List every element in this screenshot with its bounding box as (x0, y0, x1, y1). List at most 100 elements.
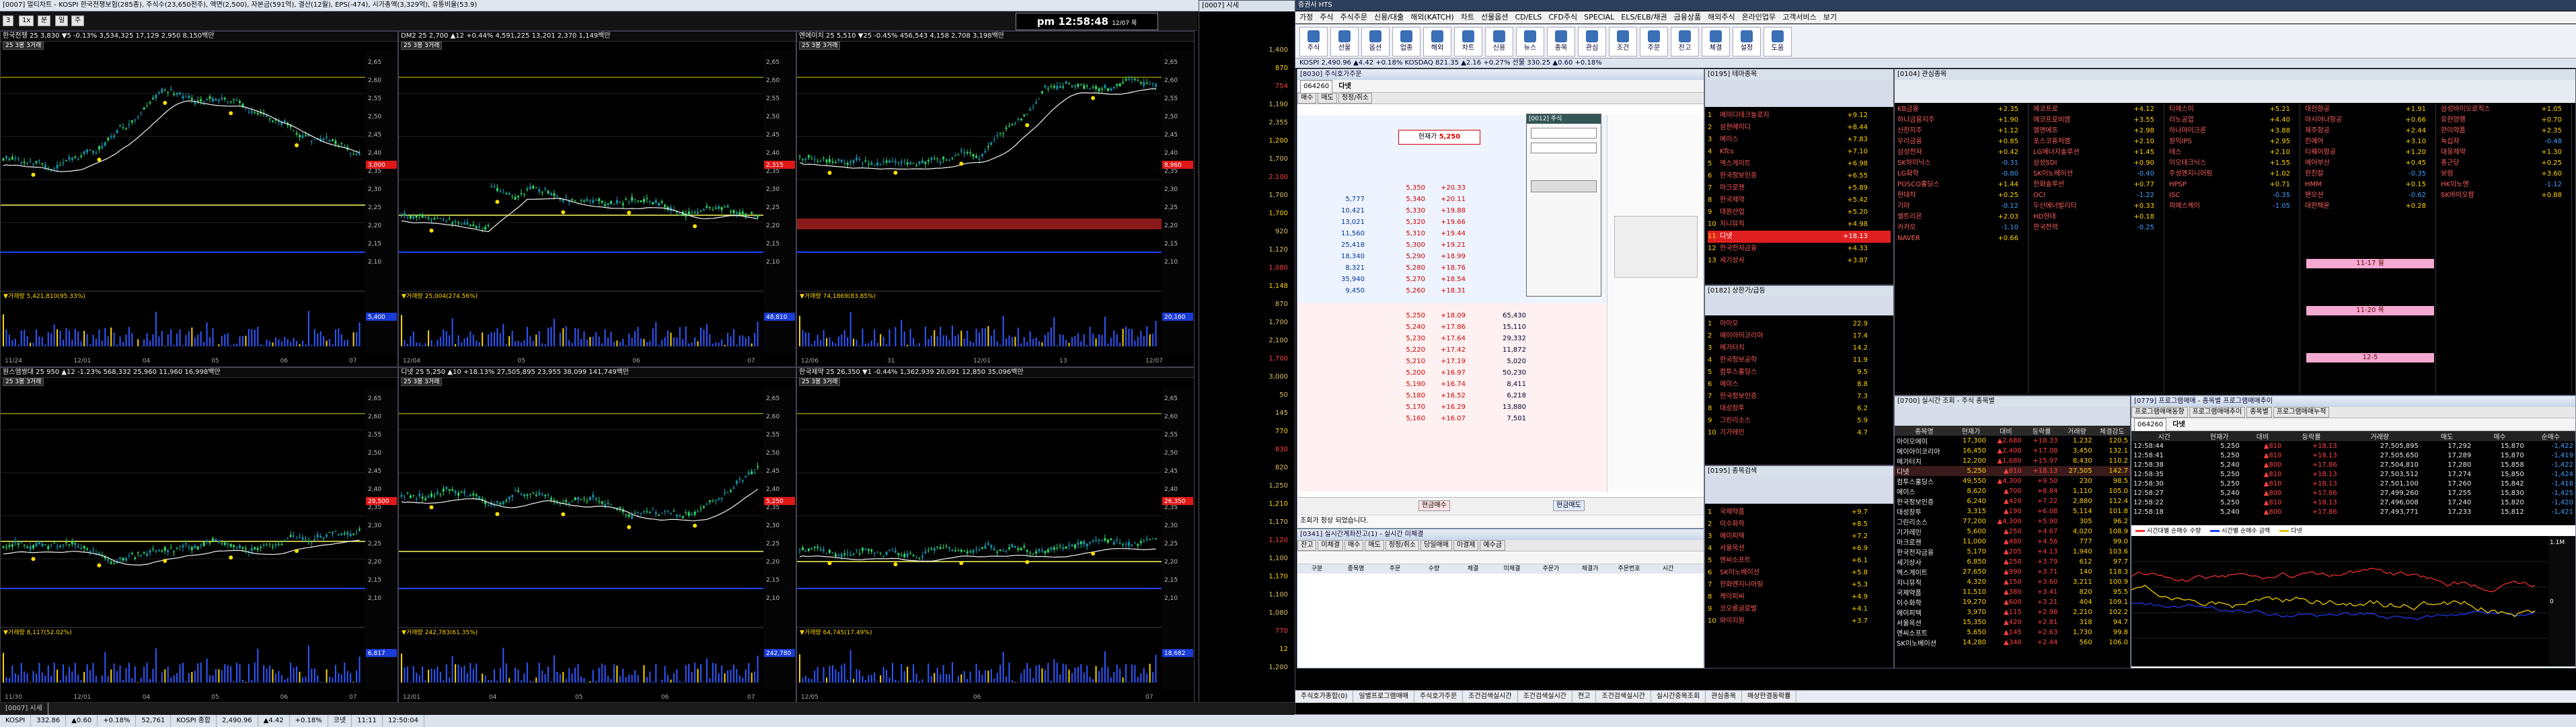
list-item[interactable]: 9 대원산업 +5.20 (1708, 206, 1891, 219)
chart-mode-tag[interactable]: 25 3봉 3거래 (799, 42, 841, 50)
program-grid-row[interactable]: 12:58:44 5,250 ▲810 +18.13 27,505,895 17,292 1… (2131, 441, 2575, 451)
quote-row[interactable]: 두산에너빌리티 +0.33 (2031, 201, 2164, 212)
quote-row[interactable]: 유한양행 +0.70 (2438, 115, 2571, 126)
chart-toolbar-button[interactable]: 주 (71, 15, 85, 26)
list-item[interactable]: 7 한국정보인증 7.3 (1708, 391, 1891, 403)
realtime-tab[interactable]: 미체결 (1318, 540, 1344, 551)
main-toolbar-button[interactable]: 해외 (1423, 27, 1451, 56)
quote-row[interactable]: 진에어 +3.10 (2302, 137, 2435, 147)
quote-row[interactable]: 리노공업 +4.40 (2166, 115, 2300, 126)
main-menu-item[interactable]: 신용/대출 (1374, 13, 1404, 22)
list-item[interactable]: 3 에이피텍 +7.2 (1708, 531, 1891, 543)
order-tab[interactable]: 정정/취소 (1338, 93, 1372, 104)
main-toolbar-button[interactable]: 주식 (1299, 27, 1328, 56)
list-item[interactable]: 5 엔씨소프트 +6.1 (1708, 555, 1891, 567)
quote-row[interactable]: 녹십자 -0.48 (2438, 137, 2571, 147)
quote-row[interactable]: 제주항공 +2.44 (2302, 126, 2435, 137)
main-toolbar-button[interactable]: 체결 (1702, 27, 1730, 56)
main-menu-item[interactable]: CFD주식 (1548, 13, 1577, 22)
quote-row[interactable]: 한화솔루션 +0.77 (2031, 180, 2164, 190)
list-item[interactable]: 10 와이지원 +3.7 (1708, 615, 1891, 627)
main-menu-item[interactable]: 선물옵션 (1481, 13, 1508, 22)
program-table-row[interactable]: 세기상사 6,850 ▲250 +3.79 612 97.7 (1895, 557, 2130, 567)
program-table-column-header[interactable]: 거래량 (2059, 426, 2094, 436)
stock-chart-panel[interactable]: 디넷 25 5,250 ▲10 +18.13% 27,505,895 23,95… (398, 367, 796, 703)
quote-row[interactable]: KB금융 +2.35 (1895, 104, 2028, 115)
taskbar-window-item[interactable]: 조건검색실시간 (1596, 691, 1651, 703)
program-grid-row[interactable]: 12:58:38 5,240 ▲800 +17.86 27,504,810 17,280 1… (2131, 460, 2575, 469)
quote-row[interactable]: HPSP +0.71 (2166, 180, 2300, 190)
program-tab[interactable]: 프로그램매매추이 (2189, 407, 2246, 418)
quote-row[interactable]: SK바이오팜 +0.88 (2438, 190, 2571, 201)
realtime-column-header[interactable]: 주문가 (1531, 564, 1570, 574)
main-menu-item[interactable]: 가정 (1299, 13, 1313, 22)
program-table-row[interactable]: 메가터치 12,200 ▲1,680 +15.97 8,430 110.2 (1895, 456, 2130, 466)
list-item[interactable]: 12 한국전자금융 +4.33 (1708, 243, 1891, 255)
list-item[interactable]: 11 디넷 +18.13 (1708, 231, 1891, 243)
chart-toolbar-button[interactable]: 일 (55, 15, 69, 26)
quote-row[interactable]: OCI -1.22 (2031, 190, 2164, 201)
quote-row[interactable]: HD현대 +0.18 (2031, 212, 2164, 223)
quote-row[interactable]: 한진칼 -0.35 (2302, 169, 2435, 180)
program-grid-row[interactable]: 12:58:35 5,250 ▲810 +18.13 27,503,512 17,274 1… (2131, 469, 2575, 479)
quote-row[interactable]: 아시아나항공 +0.66 (2302, 115, 2435, 126)
program-table-row[interactable]: 국제약품 11,510 ▲380 +3.41 820 95.5 (1895, 587, 2130, 597)
program-grid-row[interactable]: 12:58:27 5,240 ▲800 +17.86 27,499,260 17,255 1… (2131, 488, 2575, 498)
quote-row[interactable]: 하나금융지주 +1.90 (1895, 115, 2028, 126)
program-table-row[interactable]: 에이스 8,620 ▲700 +8.84 1,110 105.0 (1895, 486, 2130, 496)
taskbar-window-item[interactable]: 관심종목 (1706, 691, 1743, 703)
list-item[interactable]: 4 KTcs +7.10 (1708, 146, 1891, 158)
program-table-column-header[interactable]: 등락률 (2023, 426, 2060, 436)
program-table-row[interactable]: 한국정보인증 6,240 ▲420 +7.22 2,880 112.4 (1895, 496, 2130, 506)
list-item[interactable]: 4 한국정보공학 11.9 (1708, 354, 1891, 367)
program-grid-row[interactable]: 12:58:18 5,240 ▲800 +17.86 27,493,771 17,233 1… (2131, 507, 2575, 516)
list-item[interactable]: 13 세기상사 +3.87 (1708, 255, 1891, 267)
list-item[interactable]: 5 컴투스홀딩스 9.5 (1708, 367, 1891, 379)
list-item[interactable]: 2 이수화학 +8.5 (1708, 519, 1891, 531)
program-table-column-header[interactable]: 대비 (1987, 426, 2024, 436)
program-table-row[interactable]: 지니뮤직 4,320 ▲150 +3.60 3,211 100.9 (1895, 577, 2130, 587)
quote-row[interactable]: ISC -0.35 (2166, 190, 2300, 201)
order-code-field[interactable]: 064260 (1300, 80, 1333, 93)
realtime-column-header[interactable]: 체결가 (1570, 564, 1609, 574)
program-tab[interactable]: 프로그램매매누적 (2273, 407, 2330, 418)
program-grid-column-header[interactable]: 거래량 (2339, 431, 2421, 441)
quote-row[interactable]: 에코프로비엠 +3.55 (2031, 115, 2164, 126)
main-toolbar-button[interactable]: 설정 (1733, 27, 1761, 56)
main-toolbar-button[interactable]: 선물 (1330, 27, 1359, 56)
order-tab[interactable]: 매수 (1297, 93, 1317, 104)
program-table-row[interactable]: 에이아이코리아 16,450 ▲2,400 +17.08 3,450 132.1 (1895, 446, 2130, 456)
main-menu-item[interactable]: CD/ELS (1515, 13, 1542, 22)
realtime-tab[interactable]: 정정/취소 (1385, 540, 1419, 551)
quote-row[interactable]: 포스코퓨처엠 +2.10 (2031, 137, 2164, 147)
realtime-column-header[interactable]: 종목명 (1336, 564, 1375, 574)
list-item[interactable]: 5 엑스게이트 +6.98 (1708, 158, 1891, 170)
main-toolbar-button[interactable]: 업종 (1392, 27, 1420, 56)
main-toolbar-button[interactable]: 종목 (1547, 27, 1575, 56)
main-menu-item[interactable]: SPECIAL (1584, 13, 1614, 22)
realtime-column-header[interactable]: 구분 (1297, 564, 1336, 574)
taskbar-window-item[interactable]: 조건검색실시간 (1463, 691, 1518, 703)
program-table-row[interactable]: 엔씨소프트 5,650 ▲145 +2.63 1,730 99.8 (1895, 627, 2130, 638)
list-item[interactable]: 1 국제약품 +9.7 (1708, 506, 1891, 519)
main-toolbar-button[interactable]: 신용 (1485, 27, 1513, 56)
program-table-row[interactable]: 이수화학 19,270 ▲600 +3.21 404 109.1 (1895, 597, 2130, 607)
list-item[interactable]: 1 에이디테크놀로지 +9.12 (1708, 110, 1891, 122)
cash-sell-button[interactable]: 현금매도 (1553, 500, 1585, 511)
main-menu-item[interactable]: ELS/ELB/채권 (1621, 13, 1667, 22)
quote-row[interactable]: NAVER +0.66 (1895, 233, 2028, 244)
quote-row[interactable]: 대한해운 +0.28 (2302, 201, 2435, 212)
main-menu-item[interactable]: 온라인업무 (1742, 13, 1776, 22)
program-table-row[interactable]: 기가레인 5,600 ▲250 +4.67 4,020 108.9 (1895, 527, 2130, 537)
realtime-tab[interactable]: 매수 (1344, 540, 1364, 551)
main-toolbar-button[interactable]: 주문 (1640, 27, 1668, 56)
quote-row[interactable]: 티에스이 +5.21 (2166, 104, 2300, 115)
quote-row[interactable]: 원익IPS +2.95 (2166, 137, 2300, 147)
taskbar-window-item[interactable]: 매상한결동락률 (1742, 691, 1797, 703)
realtime-column-header[interactable]: 미체결 (1492, 564, 1531, 574)
realtime-tab[interactable]: 미결제 (1453, 540, 1479, 551)
program-tab[interactable]: 프로그램매매동향 (2131, 407, 2188, 418)
program-table-row[interactable]: 디넷 5,250 ▲810 +18.13 27,505 142.7 (1895, 466, 2130, 476)
quote-row[interactable]: 주성엔지니어링 +1.02 (2166, 169, 2300, 180)
program-grid-row[interactable]: 12:58:22 5,250 ▲810 +18.13 27,496,008 17,240 1… (2131, 498, 2575, 507)
